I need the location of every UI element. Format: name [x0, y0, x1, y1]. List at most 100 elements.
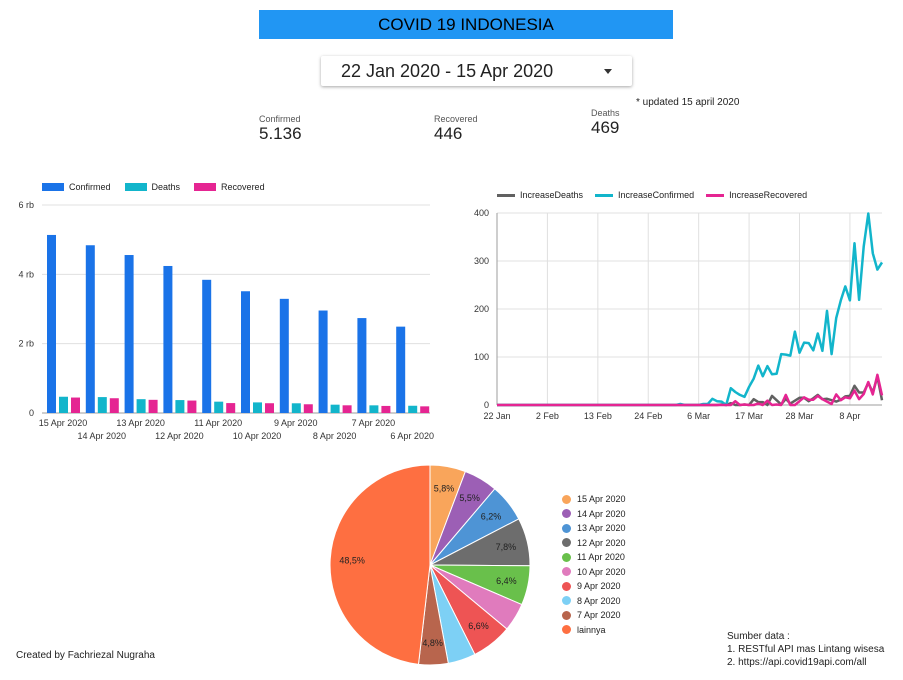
bar-confirmed — [47, 234, 56, 413]
legend-item-deaths[interactable]: Deaths — [124, 182, 181, 192]
bar-confirmed — [85, 245, 95, 413]
bar-deaths — [175, 400, 185, 413]
x-tick-label: 24 Feb — [634, 411, 662, 421]
pie-value-label: 5,8% — [434, 483, 455, 493]
legend-item-increase-confirmed[interactable]: IncreaseConfirmed — [595, 190, 694, 200]
dot-icon — [562, 538, 571, 548]
legend-label: IncreaseDeaths — [520, 190, 584, 200]
bar-chart: 0 2 rb 4 rb 6 rb 15 Apr 2020 14 Apr 2020 13 Ap… — [18, 200, 434, 441]
pie-chart: 5,8% 5,5%6,2% 7,8% 6,4% 6,6% 4,8% 48,5% — [329, 464, 531, 666]
legend-label: 15 Apr 2020 — [577, 494, 626, 505]
legend-label: Deaths — [151, 182, 181, 192]
swatch-icon — [124, 183, 147, 191]
x-tick-label: 2 Feb — [536, 411, 559, 421]
bar-confirmed — [124, 255, 134, 413]
x-tick-label: 28 Mar — [785, 411, 813, 421]
y-tick-label: 0 — [29, 408, 34, 418]
credit-text: Created by Fachriezal Nugraha — [16, 650, 155, 661]
kpi-recovered: Recovered 446 — [434, 114, 478, 144]
pie-legend-item[interactable]: 15 Apr 2020 — [562, 492, 626, 507]
legend-label: 10 Apr 2020 — [577, 566, 626, 577]
bar-confirmed — [202, 279, 212, 413]
data-source: Sumber data : 1. RESTful API mas Lintang… — [727, 630, 884, 669]
bar-deaths — [97, 397, 107, 413]
legend-label: 13 Apr 2020 — [577, 523, 626, 534]
line-chart-legend: IncreaseDeaths IncreaseConfirmed Increas… — [497, 190, 807, 200]
kpi-recovered-label: Recovered — [434, 114, 478, 124]
pie-legend-item[interactable]: 14 Apr 2020 — [562, 507, 626, 522]
updated-note: * updated 15 april 2020 — [636, 97, 740, 108]
legend-label: IncreaseConfirmed — [618, 190, 695, 200]
bar-chart-legend: Confirmed Deaths Recovered — [42, 182, 265, 192]
pie-legend-item[interactable]: 9 Apr 2020 — [562, 579, 626, 594]
bar-recovered — [342, 405, 352, 413]
y-tick-label: 0 — [484, 400, 489, 410]
x-tick-label: 13 Feb — [584, 411, 612, 421]
pie-legend-item[interactable]: 8 Apr 2020 — [562, 594, 626, 609]
pie-legend-item[interactable]: 10 Apr 2020 — [562, 565, 626, 580]
bar-recovered — [187, 400, 197, 413]
x-tick-label: 11 Apr 2020 — [194, 418, 242, 428]
x-tick-label: 8 Apr — [839, 411, 860, 421]
bar-recovered — [420, 406, 430, 413]
x-tick-label: 22 Jan — [483, 411, 510, 421]
bar-recovered — [303, 404, 313, 413]
line-swatch-icon — [706, 193, 725, 197]
legend-item-increase-recovered[interactable]: IncreaseRecovered — [706, 190, 807, 200]
y-tick-label: 100 — [474, 352, 489, 362]
legend-label: 7 Apr 2020 — [577, 610, 621, 621]
x-tick-label: 7 Apr 2020 — [352, 418, 396, 428]
bar-confirmed — [163, 265, 173, 413]
kpi-deaths-value: 469 — [591, 118, 620, 137]
pie-legend-item[interactable]: 11 Apr 2020 — [562, 550, 626, 565]
pie-value-label: 5,5% — [459, 493, 480, 503]
dot-icon — [562, 581, 571, 591]
bar-confirmed — [241, 291, 250, 413]
bar-deaths — [59, 396, 68, 413]
legend-item-confirmed[interactable]: Confirmed — [42, 182, 111, 192]
bar-deaths — [136, 399, 146, 413]
pie-legend-item[interactable]: 13 Apr 2020 — [562, 521, 626, 536]
bar-deaths — [408, 405, 418, 413]
pie-legend-item[interactable]: lainnya — [562, 623, 626, 638]
bar-deaths — [214, 401, 224, 413]
swatch-icon — [194, 183, 217, 191]
bar-recovered — [71, 397, 80, 413]
legend-label: 12 Apr 2020 — [577, 537, 626, 548]
legend-item-increase-deaths[interactable]: IncreaseDeaths — [497, 190, 583, 200]
bar-recovered — [381, 405, 391, 413]
date-range-picker[interactable]: 22 Jan 2020 - 15 Apr 2020 — [321, 56, 632, 86]
dot-icon — [562, 509, 571, 519]
y-tick-label: 400 — [474, 208, 489, 218]
bar-confirmed — [396, 326, 406, 413]
bar-recovered — [265, 403, 274, 413]
pie-value-label: 4,8% — [422, 638, 443, 648]
bar-deaths — [330, 404, 340, 413]
legend-label: Confirmed — [69, 182, 111, 192]
dropdown-caret-icon — [604, 69, 612, 74]
legend-label: 14 Apr 2020 — [577, 508, 626, 519]
date-range-value: 22 Jan 2020 - 15 Apr 2020 — [341, 61, 554, 81]
bar-recovered — [148, 399, 158, 413]
x-tick-label: 13 Apr 2020 — [116, 418, 165, 428]
bar-confirmed — [318, 310, 328, 413]
dot-icon — [562, 610, 571, 620]
pie-value-label: 6,2% — [481, 511, 502, 521]
x-tick-label: 9 Apr 2020 — [274, 418, 318, 428]
x-tick-label: 14 Apr 2020 — [78, 431, 127, 441]
kpi-confirmed: Confirmed 5.136 — [259, 114, 302, 144]
kpi-recovered-value: 446 — [434, 124, 463, 143]
legend-label: 11 Apr 2020 — [577, 552, 625, 563]
pie-legend-item[interactable]: 12 Apr 2020 — [562, 536, 626, 551]
y-tick-label: 300 — [474, 256, 489, 266]
dot-icon — [562, 596, 571, 606]
dot-icon — [562, 625, 571, 635]
kpi-confirmed-value: 5.136 — [259, 124, 302, 143]
x-tick-label: 8 Apr 2020 — [313, 431, 357, 441]
pie-value-label: 48,5% — [339, 556, 365, 566]
bar-confirmed — [357, 318, 367, 413]
legend-item-recovered[interactable]: Recovered — [194, 182, 265, 192]
x-tick-label: 6 Apr 2020 — [390, 431, 434, 441]
pie-legend-item[interactable]: 7 Apr 2020 — [562, 608, 626, 623]
bar-deaths — [369, 405, 379, 413]
